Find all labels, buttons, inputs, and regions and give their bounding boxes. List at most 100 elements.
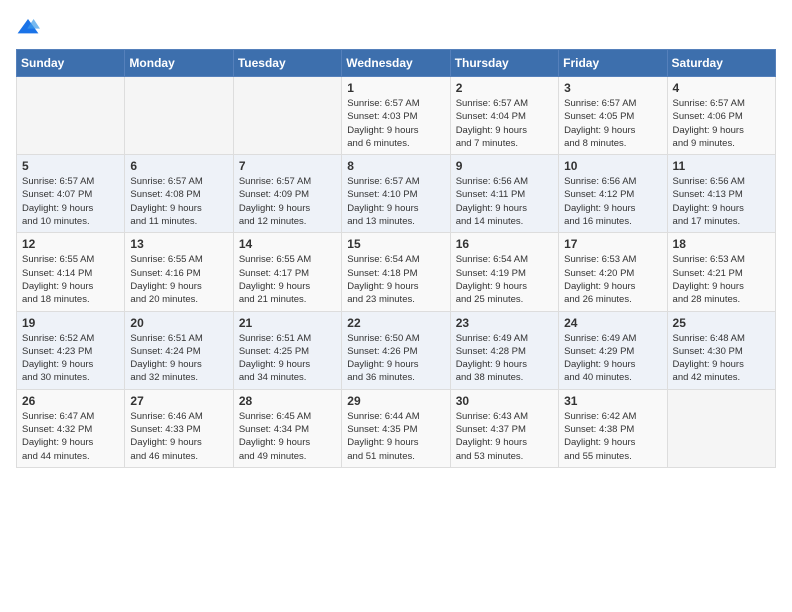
calendar-cell: 20 Sunrise: 6:51 AM Sunset: 4:24 PM Dayli… xyxy=(125,311,233,389)
day-info: Sunrise: 6:55 AM Sunset: 4:17 PM Dayligh… xyxy=(239,253,336,306)
day-number: 23 xyxy=(456,316,553,330)
day-number: 31 xyxy=(564,394,661,408)
day-info: Sunrise: 6:57 AM Sunset: 4:06 PM Dayligh… xyxy=(673,97,770,150)
day-number: 2 xyxy=(456,81,553,95)
day-info: Sunrise: 6:54 AM Sunset: 4:19 PM Dayligh… xyxy=(456,253,553,306)
day-number: 18 xyxy=(673,237,770,251)
calendar-cell: 19 Sunrise: 6:52 AM Sunset: 4:23 PM Dayli… xyxy=(17,311,125,389)
day-info: Sunrise: 6:46 AM Sunset: 4:33 PM Dayligh… xyxy=(130,410,227,463)
weekday-header-cell: Thursday xyxy=(450,50,558,77)
day-number: 28 xyxy=(239,394,336,408)
calendar-cell: 16 Sunrise: 6:54 AM Sunset: 4:19 PM Dayli… xyxy=(450,233,558,311)
logo-icon xyxy=(16,17,40,37)
calendar-table: SundayMondayTuesdayWednesdayThursdayFrid… xyxy=(16,49,776,468)
day-info: Sunrise: 6:50 AM Sunset: 4:26 PM Dayligh… xyxy=(347,332,444,385)
calendar-cell xyxy=(17,77,125,155)
calendar-cell: 28 Sunrise: 6:45 AM Sunset: 4:34 PM Dayli… xyxy=(233,389,341,467)
calendar-cell: 11 Sunrise: 6:56 AM Sunset: 4:13 PM Dayli… xyxy=(667,155,775,233)
day-info: Sunrise: 6:57 AM Sunset: 4:07 PM Dayligh… xyxy=(22,175,119,228)
day-number: 22 xyxy=(347,316,444,330)
day-info: Sunrise: 6:57 AM Sunset: 4:05 PM Dayligh… xyxy=(564,97,661,150)
weekday-header-cell: Tuesday xyxy=(233,50,341,77)
calendar-cell: 30 Sunrise: 6:43 AM Sunset: 4:37 PM Dayli… xyxy=(450,389,558,467)
calendar-week-row: 1 Sunrise: 6:57 AM Sunset: 4:03 PM Daylig… xyxy=(17,77,776,155)
day-number: 7 xyxy=(239,159,336,173)
day-info: Sunrise: 6:57 AM Sunset: 4:10 PM Dayligh… xyxy=(347,175,444,228)
calendar-cell: 9 Sunrise: 6:56 AM Sunset: 4:11 PM Daylig… xyxy=(450,155,558,233)
day-info: Sunrise: 6:51 AM Sunset: 4:25 PM Dayligh… xyxy=(239,332,336,385)
day-info: Sunrise: 6:57 AM Sunset: 4:04 PM Dayligh… xyxy=(456,97,553,150)
calendar-cell: 13Sunrise: 6:55 AM Sunset: 4:16 PM Dayli… xyxy=(125,233,233,311)
day-info: Sunrise: 6:57 AM Sunset: 4:08 PM Dayligh… xyxy=(130,175,227,228)
calendar-cell: 6Sunrise: 6:57 AM Sunset: 4:08 PM Daylig… xyxy=(125,155,233,233)
day-number: 29 xyxy=(347,394,444,408)
day-number: 21 xyxy=(239,316,336,330)
calendar-cell: 4 Sunrise: 6:57 AM Sunset: 4:06 PM Daylig… xyxy=(667,77,775,155)
day-info: Sunrise: 6:44 AM Sunset: 4:35 PM Dayligh… xyxy=(347,410,444,463)
weekday-header-row: SundayMondayTuesdayWednesdayThursdayFrid… xyxy=(17,50,776,77)
day-number: 4 xyxy=(673,81,770,95)
calendar-cell xyxy=(667,389,775,467)
day-info: Sunrise: 6:55 AM Sunset: 4:16 PM Dayligh… xyxy=(130,253,227,306)
calendar-cell: 1 Sunrise: 6:57 AM Sunset: 4:03 PM Daylig… xyxy=(342,77,450,155)
calendar-cell xyxy=(233,77,341,155)
day-number: 24 xyxy=(564,316,661,330)
calendar-cell: 14 Sunrise: 6:55 AM Sunset: 4:17 PM Dayli… xyxy=(233,233,341,311)
day-number: 30 xyxy=(456,394,553,408)
day-number: 11 xyxy=(673,159,770,173)
day-number: 1 xyxy=(347,81,444,95)
day-number: 26 xyxy=(22,394,119,408)
day-info: Sunrise: 6:53 AM Sunset: 4:21 PM Dayligh… xyxy=(673,253,770,306)
calendar-cell: 25 Sunrise: 6:48 AM Sunset: 4:30 PM Dayli… xyxy=(667,311,775,389)
weekday-header-cell: Sunday xyxy=(17,50,125,77)
day-number: 12 xyxy=(22,237,119,251)
day-number: 9 xyxy=(456,159,553,173)
calendar-body: 1 Sunrise: 6:57 AM Sunset: 4:03 PM Daylig… xyxy=(17,77,776,468)
page-header xyxy=(16,16,776,37)
day-number: 5 xyxy=(22,159,119,173)
day-info: Sunrise: 6:52 AM Sunset: 4:23 PM Dayligh… xyxy=(22,332,119,385)
weekday-header-cell: Friday xyxy=(559,50,667,77)
day-info: Sunrise: 6:43 AM Sunset: 4:37 PM Dayligh… xyxy=(456,410,553,463)
calendar-cell: 23 Sunrise: 6:49 AM Sunset: 4:28 PM Dayli… xyxy=(450,311,558,389)
calendar-week-row: 12 Sunrise: 6:55 AM Sunset: 4:14 PM Dayli… xyxy=(17,233,776,311)
day-number: 19 xyxy=(22,316,119,330)
weekday-header-cell: Monday xyxy=(125,50,233,77)
weekday-header-cell: Saturday xyxy=(667,50,775,77)
calendar-cell: 15 Sunrise: 6:54 AM Sunset: 4:18 PM Dayli… xyxy=(342,233,450,311)
calendar-week-row: 5 Sunrise: 6:57 AM Sunset: 4:07 PM Daylig… xyxy=(17,155,776,233)
day-number: 17 xyxy=(564,237,661,251)
day-number: 20 xyxy=(130,316,227,330)
calendar-cell: 31Sunrise: 6:42 AM Sunset: 4:38 PM Dayli… xyxy=(559,389,667,467)
day-info: Sunrise: 6:45 AM Sunset: 4:34 PM Dayligh… xyxy=(239,410,336,463)
day-info: Sunrise: 6:49 AM Sunset: 4:28 PM Dayligh… xyxy=(456,332,553,385)
calendar-cell: 2 Sunrise: 6:57 AM Sunset: 4:04 PM Daylig… xyxy=(450,77,558,155)
logo xyxy=(16,16,44,37)
day-info: Sunrise: 6:56 AM Sunset: 4:11 PM Dayligh… xyxy=(456,175,553,228)
calendar-cell: 12 Sunrise: 6:55 AM Sunset: 4:14 PM Dayli… xyxy=(17,233,125,311)
calendar-cell: 24Sunrise: 6:49 AM Sunset: 4:29 PM Dayli… xyxy=(559,311,667,389)
day-number: 25 xyxy=(673,316,770,330)
calendar-cell: 10Sunrise: 6:56 AM Sunset: 4:12 PM Dayli… xyxy=(559,155,667,233)
calendar-cell: 17Sunrise: 6:53 AM Sunset: 4:20 PM Dayli… xyxy=(559,233,667,311)
day-info: Sunrise: 6:57 AM Sunset: 4:03 PM Dayligh… xyxy=(347,97,444,150)
day-number: 15 xyxy=(347,237,444,251)
day-info: Sunrise: 6:56 AM Sunset: 4:12 PM Dayligh… xyxy=(564,175,661,228)
day-number: 14 xyxy=(239,237,336,251)
calendar-cell: 18 Sunrise: 6:53 AM Sunset: 4:21 PM Dayli… xyxy=(667,233,775,311)
day-info: Sunrise: 6:51 AM Sunset: 4:24 PM Dayligh… xyxy=(130,332,227,385)
day-info: Sunrise: 6:57 AM Sunset: 4:09 PM Dayligh… xyxy=(239,175,336,228)
day-info: Sunrise: 6:55 AM Sunset: 4:14 PM Dayligh… xyxy=(22,253,119,306)
calendar-week-row: 26 Sunrise: 6:47 AM Sunset: 4:32 PM Dayli… xyxy=(17,389,776,467)
calendar-cell: 27Sunrise: 6:46 AM Sunset: 4:33 PM Dayli… xyxy=(125,389,233,467)
day-info: Sunrise: 6:56 AM Sunset: 4:13 PM Dayligh… xyxy=(673,175,770,228)
day-info: Sunrise: 6:47 AM Sunset: 4:32 PM Dayligh… xyxy=(22,410,119,463)
day-info: Sunrise: 6:48 AM Sunset: 4:30 PM Dayligh… xyxy=(673,332,770,385)
day-number: 16 xyxy=(456,237,553,251)
calendar-cell: 22 Sunrise: 6:50 AM Sunset: 4:26 PM Dayli… xyxy=(342,311,450,389)
calendar-cell: 8Sunrise: 6:57 AM Sunset: 4:10 PM Daylig… xyxy=(342,155,450,233)
day-info: Sunrise: 6:54 AM Sunset: 4:18 PM Dayligh… xyxy=(347,253,444,306)
day-number: 3 xyxy=(564,81,661,95)
calendar-cell: 3 Sunrise: 6:57 AM Sunset: 4:05 PM Daylig… xyxy=(559,77,667,155)
calendar-cell: 29 Sunrise: 6:44 AM Sunset: 4:35 PM Dayli… xyxy=(342,389,450,467)
